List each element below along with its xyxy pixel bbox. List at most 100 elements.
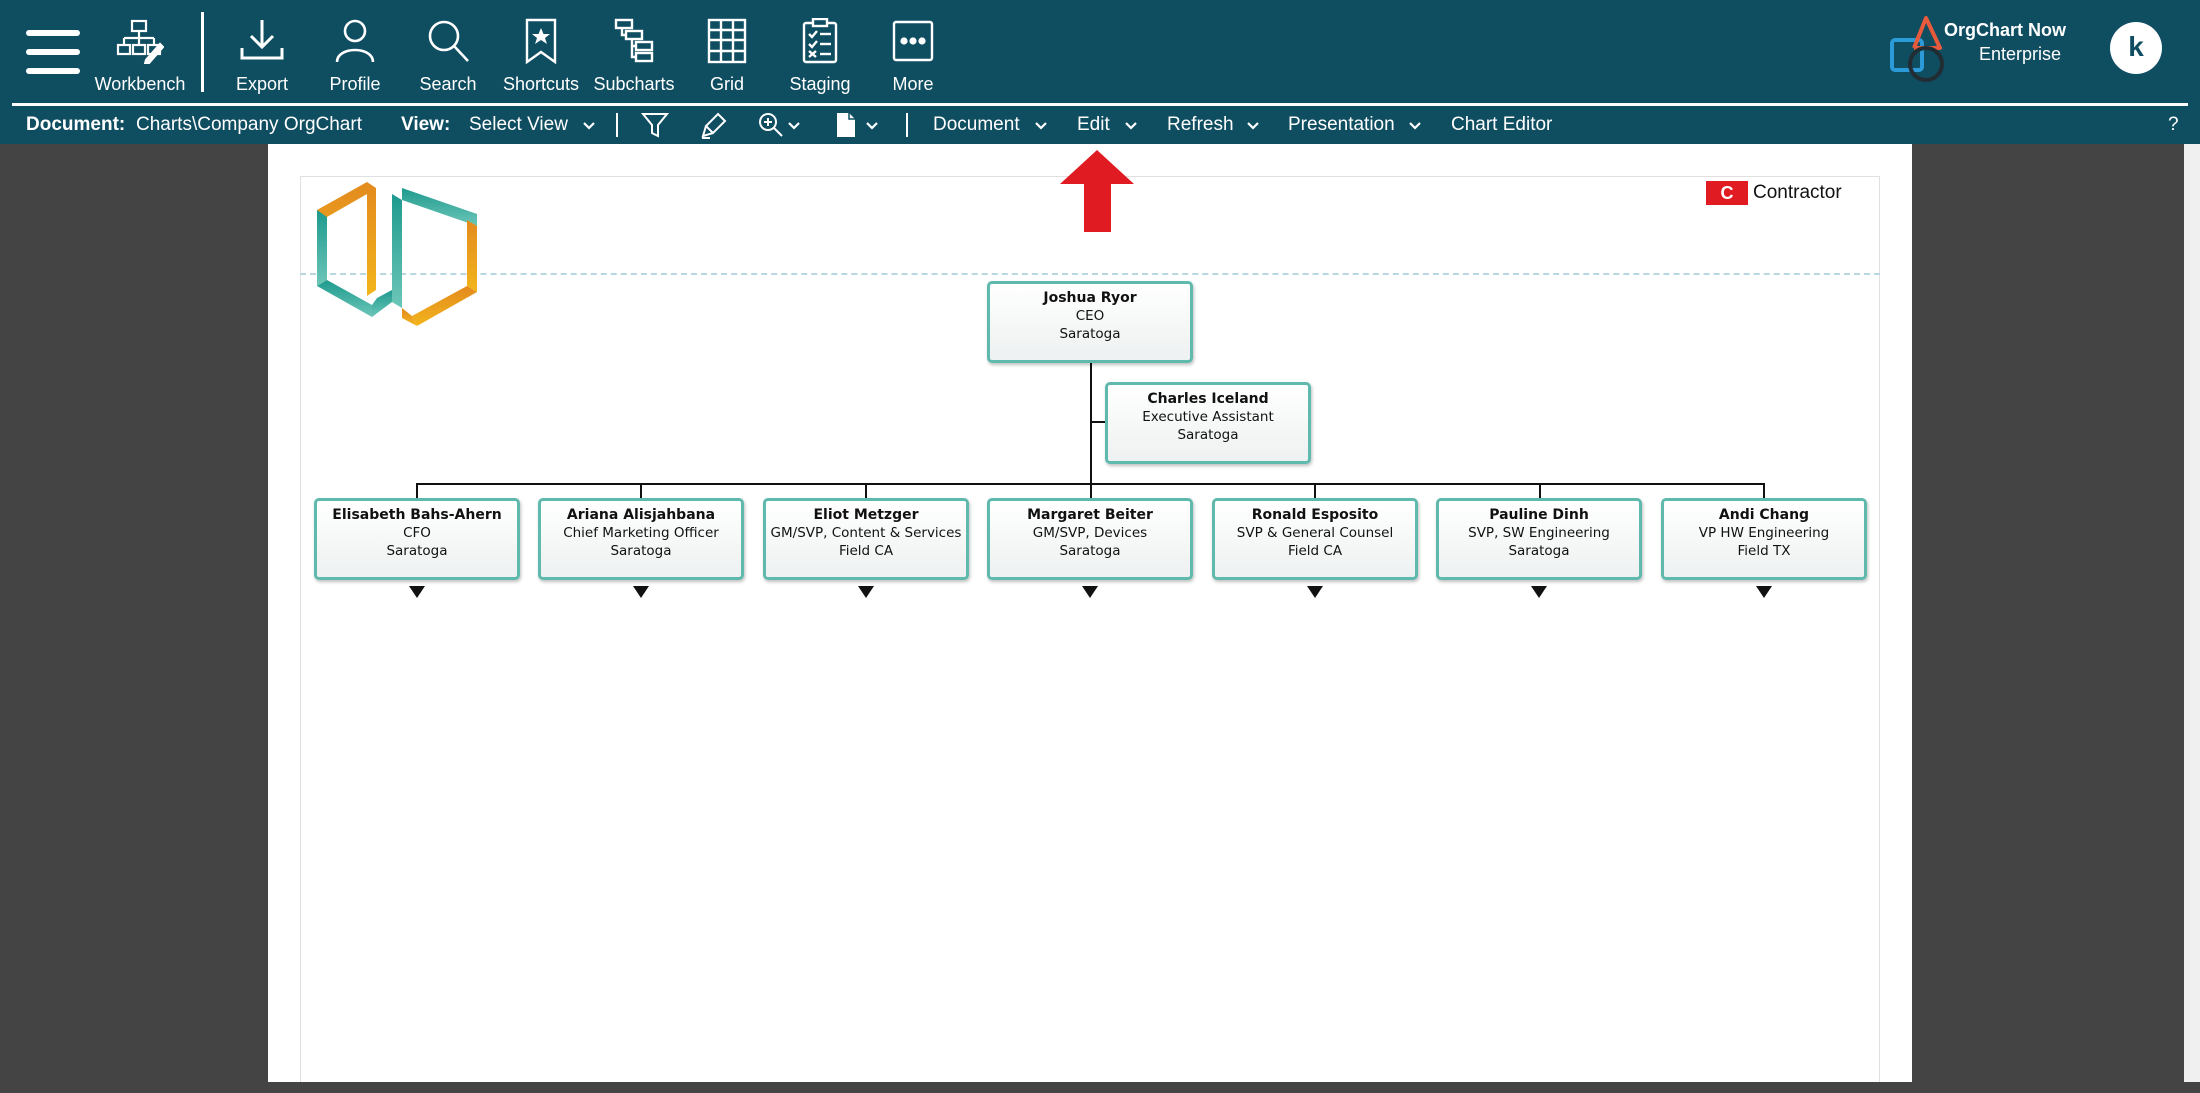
node-title: Chief Marketing Officer — [563, 525, 719, 541]
org-node-report[interactable]: Eliot Metzger GM/SVP, Content & Services… — [763, 498, 969, 580]
expand-triangle-icon[interactable] — [633, 586, 649, 598]
user-avatar[interactable]: k — [2110, 22, 2162, 74]
header-guide-line — [300, 273, 1880, 275]
search-label: Search — [419, 74, 477, 94]
document-label: Document: — [26, 114, 126, 135]
help-button[interactable]: ? — [2168, 114, 2179, 136]
refresh-menu[interactable]: Refresh — [1167, 114, 1234, 136]
org-node-report[interactable]: Ariana Alisjahbana Chief Marketing Offic… — [538, 498, 744, 580]
more-label: More — [892, 74, 934, 94]
node-title: SVP, SW Engineering — [1468, 525, 1610, 541]
node-location: Field CA — [838, 543, 894, 559]
grid-label: Grid — [709, 74, 744, 94]
node-name: Elisabeth Bahs-Ahern — [332, 507, 502, 523]
view-label: View: — [401, 114, 451, 135]
highlighter-icon[interactable] — [700, 111, 728, 139]
page-icon[interactable] — [832, 111, 860, 139]
subcharts-button[interactable]: Subcharts — [588, 18, 680, 94]
staging-label: Staging — [789, 74, 851, 94]
document-menu[interactable]: Document — [933, 114, 1020, 136]
node-title: GM/SVP, Devices — [1032, 525, 1148, 541]
export-label: Export — [235, 74, 289, 94]
contractor-chip: C — [1706, 181, 1748, 205]
refresh-chevron-down-icon[interactable] — [1246, 112, 1260, 134]
zoom-chevron-down-icon[interactable] — [787, 112, 801, 134]
staging-button[interactable]: Staging — [774, 18, 866, 94]
contractor-legend-label: Contractor — [1753, 182, 1842, 203]
org-node-ceo[interactable]: Joshua Ryor CEO Saratoga — [987, 281, 1193, 363]
profile-button[interactable]: Profile — [309, 18, 401, 94]
connector-line — [1090, 362, 1092, 485]
vertical-scrollbar[interactable] — [2184, 144, 2200, 1082]
shortcuts-label: Shortcuts — [502, 74, 580, 94]
node-location: Saratoga — [1059, 326, 1121, 342]
node-location: Saratoga — [1508, 543, 1570, 559]
grid-button[interactable]: Grid — [681, 18, 773, 94]
workbench-icon — [116, 19, 164, 64]
grid-icon — [707, 18, 747, 64]
subbar-divider — [906, 113, 908, 137]
brand-edition: Enterprise — [1979, 44, 2062, 64]
org-node-report[interactable]: Margaret Beiter GM/SVP, Devices Saratoga — [987, 498, 1193, 580]
org-node-report[interactable]: Ronald Esposito SVP & General Counsel Fi… — [1212, 498, 1418, 580]
node-location: Saratoga — [1059, 543, 1121, 559]
node-location: Saratoga — [386, 543, 448, 559]
zoom-in-icon[interactable] — [757, 111, 785, 139]
edit-menu[interactable]: Edit — [1077, 114, 1110, 136]
presentation-menu[interactable]: Presentation — [1288, 114, 1395, 136]
staging-icon — [802, 18, 838, 64]
export-button[interactable]: Export — [216, 18, 308, 94]
node-title: GM/SVP, Content & Services — [770, 525, 962, 541]
presentation-chevron-down-icon[interactable] — [1408, 112, 1422, 134]
subbar-divider — [616, 113, 618, 137]
node-name: Charles Iceland — [1147, 391, 1269, 407]
shortcuts-button[interactable]: Shortcuts — [495, 18, 587, 94]
shortcuts-icon — [525, 18, 557, 64]
company-logo-icon — [317, 182, 477, 326]
expand-triangle-icon[interactable] — [1531, 586, 1547, 598]
node-name: Pauline Dinh — [1489, 507, 1589, 523]
node-location: Field CA — [1287, 543, 1343, 559]
workbench-button[interactable]: Workbench — [94, 18, 186, 94]
top-toolbar: Workbench Export Profile Search Shortcut… — [0, 0, 2200, 106]
search-icon — [428, 20, 469, 62]
node-name: Ariana Alisjahbana — [566, 507, 716, 523]
view-select[interactable]: Select View — [469, 114, 568, 136]
org-node-report[interactable]: Andi Chang VP HW Engineering Field TX — [1661, 498, 1867, 580]
node-location: Saratoga — [1177, 427, 1239, 443]
hamburger-menu-button[interactable] — [26, 30, 80, 74]
node-location: Saratoga — [610, 543, 672, 559]
expand-triangle-icon[interactable] — [1082, 586, 1098, 598]
node-title: Executive Assistant — [1142, 409, 1274, 425]
org-node-report[interactable]: Elisabeth Bahs-Ahern CFO Saratoga — [314, 498, 520, 580]
node-name: Eliot Metzger — [813, 507, 919, 523]
more-button[interactable]: More — [867, 18, 959, 94]
node-title: VP HW Engineering — [1698, 525, 1830, 541]
document-path[interactable]: Charts\Company OrgChart — [136, 114, 362, 136]
document-chevron-down-icon[interactable] — [1034, 112, 1048, 134]
toolbar-divider — [201, 12, 204, 92]
filter-icon[interactable] — [641, 111, 669, 139]
document-bar: Document: Charts\Company OrgChart View: … — [0, 106, 2200, 144]
node-name: Ronald Esposito — [1251, 507, 1379, 523]
node-title: SVP & General Counsel — [1236, 525, 1394, 541]
subcharts-icon — [614, 18, 654, 63]
subcharts-label: Subcharts — [593, 74, 675, 94]
node-name: Andi Chang — [1718, 507, 1810, 523]
chart-editor-menu[interactable]: Chart Editor — [1451, 114, 1552, 136]
search-button[interactable]: Search — [402, 18, 494, 94]
org-node-assistant[interactable]: Charles Iceland Executive Assistant Sara… — [1105, 382, 1311, 464]
view-chevron-down-icon[interactable] — [582, 112, 596, 134]
profile-label: Profile — [329, 74, 381, 94]
profile-icon — [335, 19, 375, 63]
page-chevron-down-icon[interactable] — [865, 112, 879, 134]
org-node-report[interactable]: Pauline Dinh SVP, SW Engineering Saratog… — [1436, 498, 1642, 580]
node-title: CEO — [1075, 308, 1105, 324]
expand-triangle-icon[interactable] — [409, 586, 425, 598]
node-location: Field TX — [1737, 543, 1791, 559]
expand-triangle-icon[interactable] — [1756, 586, 1772, 598]
edit-chevron-down-icon[interactable] — [1124, 112, 1138, 134]
expand-triangle-icon[interactable] — [1307, 586, 1323, 598]
expand-triangle-icon[interactable] — [858, 586, 874, 598]
brand-name: OrgChart Now — [1944, 20, 2067, 40]
